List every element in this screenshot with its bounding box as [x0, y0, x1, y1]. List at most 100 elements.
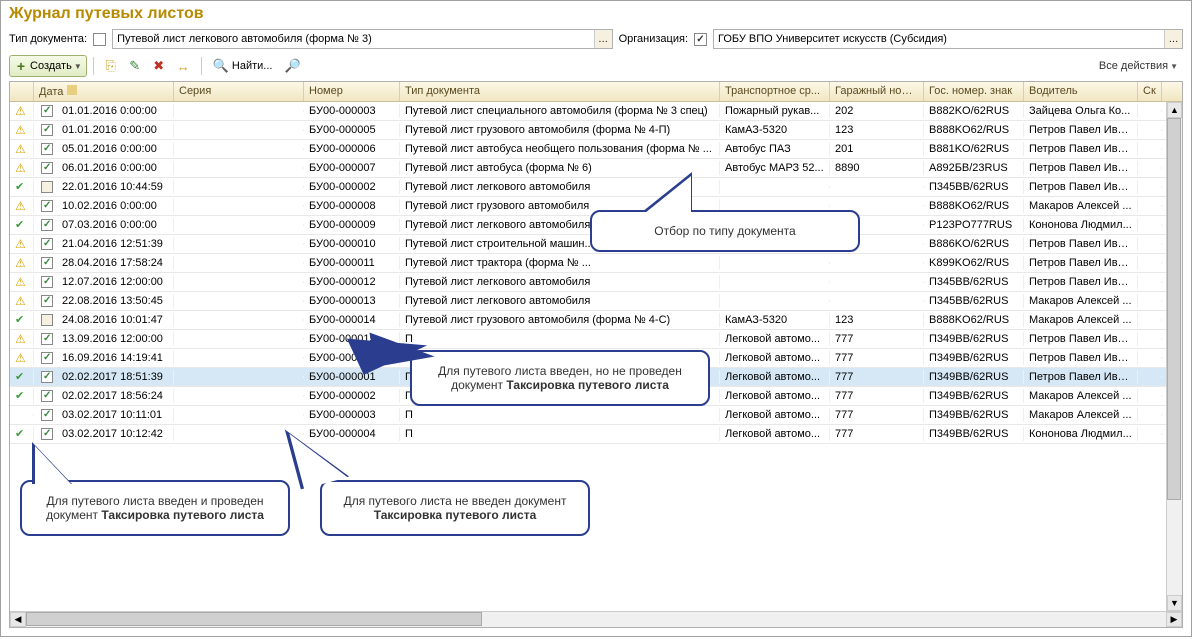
- table-row[interactable]: 01.01.2016 0:00:00БУ00-000005Путевой лис…: [10, 121, 1182, 140]
- warning-icon: [15, 256, 28, 270]
- vertical-scrollbar[interactable]: ▲ ▼: [1166, 102, 1182, 611]
- check-icon: [15, 370, 28, 384]
- create-button[interactable]: + Создать ▼: [9, 55, 87, 77]
- plate-cell: B888KO62/RUS: [924, 123, 1024, 137]
- table-row[interactable]: 13.09.2016 12:00:00БУ00-000015ПЛегковой …: [10, 330, 1182, 349]
- table-row[interactable]: 28.04.2016 17:58:24БУ00-000011Путевой ли…: [10, 254, 1182, 273]
- check-icon: [15, 313, 28, 327]
- scroll-thumb[interactable]: [1167, 118, 1181, 500]
- doctype-filter-checkbox[interactable]: [93, 33, 106, 46]
- plus-icon: +: [14, 59, 28, 73]
- number-cell: БУ00-000013: [304, 294, 400, 308]
- doctype-filter-select-button[interactable]: …: [594, 30, 612, 48]
- col-series[interactable]: Серия: [174, 82, 304, 101]
- driver-cell: Кононова Людмил...: [1024, 427, 1138, 441]
- number-cell: БУ00-000002: [304, 389, 400, 403]
- date-cell: 28.04.2016 17:58:24: [34, 256, 174, 270]
- doc-status-icon: [41, 314, 53, 326]
- scroll-up-arrow[interactable]: ▲: [1167, 102, 1182, 118]
- col-sk[interactable]: Ск: [1138, 82, 1162, 101]
- number-cell: БУ00-000009: [304, 218, 400, 232]
- doc-status-icon: [41, 333, 53, 345]
- status-cell: [10, 426, 34, 442]
- org-filter-input[interactable]: ГОБУ ВПО Университет искусств (Субсидия)…: [713, 29, 1183, 49]
- garage-cell: [830, 281, 924, 283]
- col-doctype[interactable]: Тип документа: [400, 82, 720, 101]
- sk-cell: [1138, 186, 1162, 188]
- toolbar-separator: [93, 57, 94, 75]
- table-row[interactable]: 03.02.2017 10:12:42БУ00-000004ПЛегковой …: [10, 425, 1182, 444]
- plate-cell: П349BB/62RUS: [924, 370, 1024, 384]
- scroll-track[interactable]: [1167, 118, 1182, 595]
- table-row[interactable]: 03.02.2017 10:11:01БУ00-000003ПЛегковой …: [10, 406, 1182, 425]
- all-actions-button[interactable]: Все действия ▼: [1094, 55, 1183, 77]
- org-filter-checkbox[interactable]: [694, 33, 707, 46]
- col-date[interactable]: Дата: [34, 82, 174, 101]
- check-icon: [15, 218, 28, 232]
- table-row[interactable]: 01.01.2016 0:00:00БУ00-000003Путевой лис…: [10, 102, 1182, 121]
- garage-cell: 777: [830, 370, 924, 384]
- series-cell: [174, 319, 304, 321]
- spreadsheet-button[interactable]: 🔎: [279, 55, 305, 77]
- doctype-cell: П: [400, 427, 720, 441]
- plate-cell: B888KO62/RUS: [924, 199, 1024, 213]
- delete-button[interactable]: ✖: [148, 55, 170, 77]
- copy-icon: ⎘: [106, 58, 116, 74]
- copy-button[interactable]: ⎘: [100, 55, 122, 77]
- grid-header: Дата Серия Номер Тип документа Транспорт…: [10, 82, 1182, 102]
- col-vehicle[interactable]: Транспортное ср...: [720, 82, 830, 101]
- garage-cell: 777: [830, 332, 924, 346]
- vehicle-cell: КамАЗ-5320: [720, 123, 830, 137]
- table-row[interactable]: 12.07.2016 12:00:00БУ00-000012Путевой ли…: [10, 273, 1182, 292]
- refresh-button[interactable]: ↔: [172, 55, 195, 77]
- sk-cell: [1138, 357, 1162, 359]
- table-row[interactable]: 22.01.2016 10:44:59БУ00-000002Путевой ли…: [10, 178, 1182, 197]
- plate-cell: П345BB/62RUS: [924, 275, 1024, 289]
- sk-cell: [1138, 148, 1162, 150]
- date-cell: 22.01.2016 10:44:59: [34, 180, 174, 194]
- scroll-track[interactable]: [26, 612, 1166, 627]
- table-row[interactable]: 05.01.2016 0:00:00БУ00-000006Путевой лис…: [10, 140, 1182, 159]
- org-filter-select-button[interactable]: …: [1164, 30, 1182, 48]
- plate-cell: П345BB/62RUS: [924, 294, 1024, 308]
- status-cell: [10, 255, 34, 271]
- series-cell: [174, 224, 304, 226]
- date-cell: 02.02.2017 18:51:39: [34, 370, 174, 384]
- table-row[interactable]: 22.08.2016 13:50:45БУ00-000013Путевой ли…: [10, 292, 1182, 311]
- doc-status-icon: [41, 428, 53, 440]
- col-number[interactable]: Номер: [304, 82, 400, 101]
- doc-status-icon: [41, 143, 53, 155]
- table-row[interactable]: 24.08.2016 10:01:47БУ00-000014Путевой ли…: [10, 311, 1182, 330]
- status-cell: [10, 160, 34, 176]
- scroll-thumb[interactable]: [26, 612, 482, 626]
- col-plate[interactable]: Гос. номер. знак: [924, 82, 1024, 101]
- series-cell: [174, 110, 304, 112]
- warning-icon: [15, 104, 28, 118]
- sk-cell: [1138, 414, 1162, 416]
- series-cell: [174, 262, 304, 264]
- scroll-down-arrow[interactable]: ▼: [1167, 595, 1182, 611]
- plate-cell: П349BB/62RUS: [924, 351, 1024, 365]
- horizontal-scrollbar[interactable]: ◀ ▶: [10, 611, 1182, 627]
- series-cell: [174, 376, 304, 378]
- scroll-left-arrow[interactable]: ◀: [10, 612, 26, 627]
- col-status[interactable]: [10, 82, 34, 101]
- doctype-cell: Путевой лист специального автомобиля (фо…: [400, 104, 720, 118]
- status-cell: [10, 293, 34, 309]
- driver-cell: Петров Павел Ива...: [1024, 351, 1138, 365]
- date-cell: 01.01.2016 0:00:00: [34, 123, 174, 137]
- number-cell: БУ00-000006: [304, 142, 400, 156]
- col-driver[interactable]: Водитель: [1024, 82, 1138, 101]
- find-button[interactable]: 🔍 Найти...: [208, 55, 278, 77]
- doctype-filter-input[interactable]: Путевой лист легкового автомобиля (форма…: [112, 29, 613, 49]
- status-cell: [10, 198, 34, 214]
- driver-cell: Петров Павел Ива...: [1024, 180, 1138, 194]
- status-cell: [10, 350, 34, 366]
- scroll-right-arrow[interactable]: ▶: [1166, 612, 1182, 627]
- edit-button[interactable]: ✎: [124, 55, 146, 77]
- col-garage[interactable]: Гаражный номер: [830, 82, 924, 101]
- status-cell: [10, 236, 34, 252]
- sk-cell: [1138, 433, 1162, 435]
- doc-status-icon: [41, 371, 53, 383]
- table-row[interactable]: 06.01.2016 0:00:00БУ00-000007Путевой лис…: [10, 159, 1182, 178]
